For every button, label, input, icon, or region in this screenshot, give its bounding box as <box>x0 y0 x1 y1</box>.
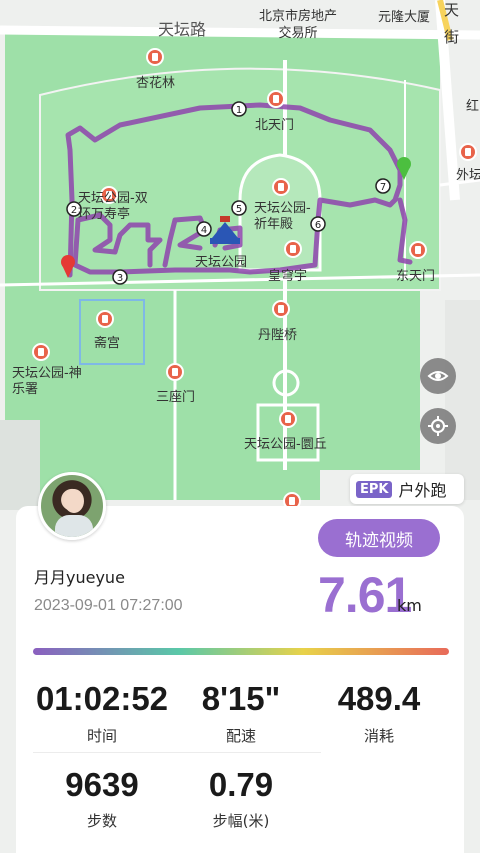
avatar[interactable] <box>38 472 106 540</box>
map-label-real-estate: 北京市房地产交易所 <box>258 9 337 41</box>
svg-text:1: 1 <box>236 105 242 116</box>
poi-icon <box>272 300 290 318</box>
poi-icon <box>409 241 427 259</box>
block-right <box>445 300 480 500</box>
stat-duration-label: 时间 <box>86 727 117 745</box>
map-label-shenyue: 天坛公园-神乐署 <box>12 366 82 397</box>
map-label-zhaigong: 斋宫 <box>94 336 121 351</box>
map-label-north-gate: 北天门 <box>255 118 295 133</box>
distance-value: 7.61 <box>318 567 412 623</box>
poi-icon <box>459 143 477 161</box>
stat-pace-value: 8'15" <box>201 680 281 717</box>
map-label-yuanqiu: 天坛公园-圜丘 <box>244 437 327 452</box>
stat-steps-value: 9639 <box>65 766 139 803</box>
pace-gradient-bar <box>33 648 449 655</box>
poi-icon <box>267 90 285 108</box>
road-tiantan <box>0 25 480 40</box>
crosshair-icon <box>428 416 448 436</box>
map-label-east-gate: 东天门 <box>396 269 436 284</box>
svg-text:4: 4 <box>201 225 207 236</box>
activity-type-label: 户外跑 <box>398 481 447 500</box>
map-label-xinghualin: 杏花林 <box>136 76 176 91</box>
activity-timestamp: 2023-09-01 07:27:00 <box>34 597 183 614</box>
eye-icon <box>427 371 449 381</box>
svg-text:5: 5 <box>236 204 242 215</box>
distance-unit: km <box>397 596 422 615</box>
route-marker-7: 7 <box>375 178 391 194</box>
map-label-west-altar: 外坛 <box>456 168 480 183</box>
avatar-body <box>55 515 93 537</box>
route-marker-3: 3 <box>112 269 128 285</box>
route-marker-4: 4 <box>196 221 212 237</box>
poi-icon <box>96 310 114 328</box>
track-video-button[interactable]: 轨迹视频 <box>318 519 440 557</box>
svg-text:2: 2 <box>71 205 77 216</box>
route-marker-5: 5 <box>231 200 247 216</box>
activity-type-badge: EPK 户外跑 <box>350 474 464 504</box>
avatar-face <box>64 489 84 513</box>
map-label-park-shuang: 天坛公园-双环万寿亭 <box>78 191 148 222</box>
stat-steps-label: 步数 <box>86 812 117 830</box>
map-label-danbi: 丹陛桥 <box>258 328 298 343</box>
map-label-park-main: 天坛公园 <box>195 255 248 270</box>
locate-button[interactable] <box>420 408 456 444</box>
username: 月月yueyue <box>34 568 125 587</box>
map-label-tiantan-road: 天坛路 <box>158 20 207 39</box>
stat-stride-label: 步幅(米) <box>212 812 270 830</box>
view-toggle-button[interactable] <box>420 358 456 394</box>
map-label-park-qinian: 天坛公园-祈年殿 <box>254 201 311 232</box>
poi-icon <box>146 48 164 66</box>
poi-icon <box>166 363 184 381</box>
map-label-yuanlong: 元隆大厦 <box>378 10 431 25</box>
stats-divider <box>33 752 321 753</box>
stat-duration-value: 01:02:52 <box>35 680 169 717</box>
route-marker-1: 1 <box>231 101 247 117</box>
poi-icon <box>284 240 302 258</box>
svg-text:7: 7 <box>380 182 386 193</box>
poi-icon <box>272 178 290 196</box>
map-label-sanzuomen: 三座门 <box>156 390 196 405</box>
map-label-hong: 红 <box>466 99 480 114</box>
map-label-jie: 街 <box>444 28 460 46</box>
stat-calories-value: 489.4 <box>337 680 421 717</box>
svg-text:3: 3 <box>117 273 123 284</box>
stat-stride-value: 0.79 <box>208 766 274 803</box>
poi-icon <box>32 343 50 361</box>
epk-logo: EPK <box>356 480 393 498</box>
stat-calories-label: 消耗 <box>363 727 394 745</box>
app-root: 1 2 3 4 5 6 7 天坛路 北京市房地产交易所 元隆大厦 天 街 杏花林… <box>0 0 480 853</box>
map-label-huangqiong: 皇穹宇 <box>268 269 308 284</box>
poi-icon <box>279 410 297 428</box>
block-left <box>0 420 40 510</box>
map-label-tian: 天 <box>444 1 460 19</box>
stat-pace-label: 配速 <box>225 727 256 745</box>
